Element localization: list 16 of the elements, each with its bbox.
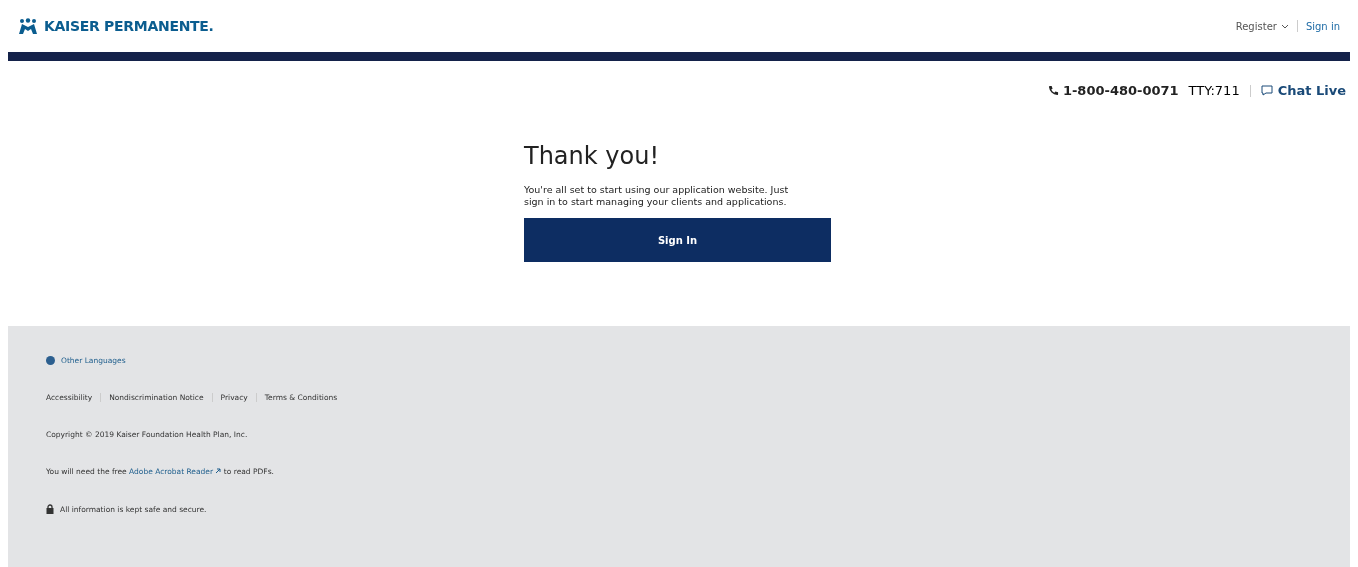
register-link[interactable]: Register: [1235, 20, 1289, 32]
external-link-icon: [215, 468, 222, 474]
logo-text: KAISER PERMANENTE.: [44, 18, 214, 34]
tty-number: TTY:711: [1188, 83, 1240, 98]
phone-icon: [1047, 85, 1059, 96]
phone-number[interactable]: 1-800-480-0071: [1047, 83, 1179, 98]
logo-icon: [18, 18, 38, 34]
chevron-down-icon: [1280, 23, 1289, 29]
chat-bubble-icon: [1260, 85, 1273, 96]
sign-in-button[interactable]: Sign In: [524, 218, 831, 262]
globe-icon: [46, 356, 55, 365]
message-text: You're all set to start using our application website. Just sign in to start managing your clients and applications.: [524, 184, 790, 208]
lock-icon: [46, 504, 54, 514]
chat-live-link[interactable]: Chat Live: [1260, 83, 1346, 98]
sign-in-link[interactable]: Sign in: [1305, 20, 1340, 32]
page-title: Thank you!: [524, 142, 661, 170]
